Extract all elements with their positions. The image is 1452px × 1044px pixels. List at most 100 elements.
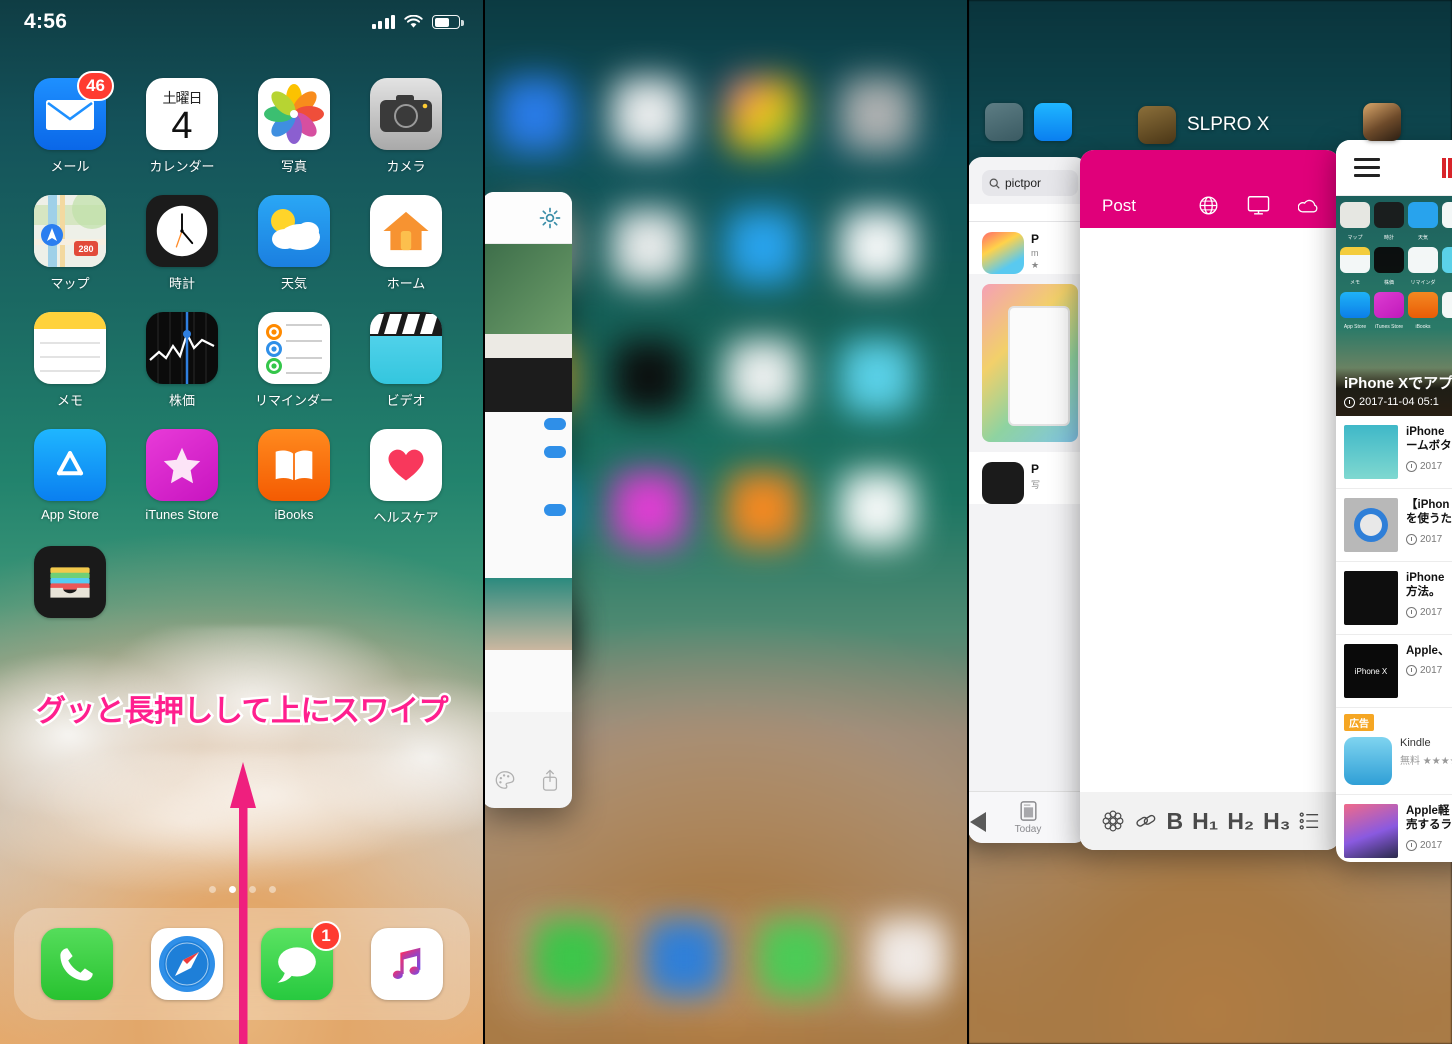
house-glyph — [383, 211, 429, 251]
list-icon[interactable] — [1299, 811, 1319, 831]
app-label: 天気 — [280, 276, 307, 291]
article-list-item[interactable]: 【iPhon を使うた 2017 — [1336, 489, 1452, 562]
phone-icon[interactable] — [41, 928, 113, 1000]
app-app-store[interactable]: App Store — [14, 429, 126, 526]
switcher-app-chip[interactable] — [985, 103, 1083, 141]
app-ibooks[interactable]: iBooks — [238, 429, 350, 526]
page-dot[interactable] — [208, 886, 216, 893]
red-logo-icon — [1442, 157, 1452, 178]
app-videos[interactable]: ビデオ — [350, 312, 462, 409]
gear-icon[interactable] — [538, 206, 562, 230]
app-mail[interactable]: 46 メール — [14, 71, 126, 175]
article-list-item[interactable]: Apple軽 売するラ 2017 — [1336, 795, 1452, 862]
app-row: 280 マップ 時計 天気 ホーム — [14, 195, 470, 312]
app-home[interactable]: ホーム — [350, 195, 462, 292]
app-wallet[interactable] — [14, 546, 126, 618]
app-itunes-store[interactable]: iTunes Store — [126, 429, 238, 526]
article-list-item[interactable]: iPhone 方法。 2017 — [1336, 562, 1452, 635]
article-list-item[interactable]: iPhone ームボタ 2017 — [1336, 416, 1452, 489]
article-date: 2017 — [1406, 606, 1452, 618]
app-notes[interactable]: メモ — [14, 312, 126, 409]
app-row: App Store iTunes Store iBooks ヘルスケア — [14, 429, 470, 546]
switcher-card-app-store[interactable]: pictpor P m ★ P 写 Today — [968, 157, 1088, 843]
app-label: 写真 — [280, 159, 307, 174]
article-title: Apple軽 — [1406, 805, 1450, 817]
app-calendar[interactable]: 土曜日 4 カレンダー — [126, 78, 238, 175]
h2-button[interactable]: H₂ — [1227, 808, 1254, 835]
flower-icon[interactable] — [1101, 809, 1125, 833]
app-health[interactable]: ヘルスケア — [350, 429, 462, 526]
clock-face-glyph — [156, 205, 208, 257]
result-title: P — [1031, 232, 1040, 246]
article-title: Apple、 — [1406, 645, 1450, 657]
ad-row[interactable]: Kindle 無料 ★★★★ — [1336, 732, 1452, 795]
app-reminders[interactable]: リマインダー — [238, 312, 350, 409]
badge-count: 1 — [311, 921, 341, 951]
share-icon[interactable] — [539, 768, 561, 792]
panel-home-screen: 4:56 46 メール 土曜日 4 カレンダー 写真 カメラ 280 マップ 時… — [0, 0, 484, 1044]
ad-title: Kindle — [1400, 737, 1431, 749]
result-subtitle: 写 — [1031, 480, 1041, 490]
kindle-icon — [1344, 737, 1392, 785]
hamburger-menu-icon[interactable] — [1354, 158, 1380, 177]
annotation-text: グッと長押しして上にスワイプ — [33, 692, 451, 732]
card-settings-list — [484, 412, 572, 578]
open-book-glyph — [275, 450, 313, 480]
app-label: カメラ — [386, 159, 426, 174]
music-icon[interactable] — [371, 928, 443, 1000]
search-field[interactable]: pictpor — [982, 170, 1078, 196]
article-list-item[interactable]: iPhone X Apple、 2017 — [1336, 635, 1452, 708]
app-clock[interactable]: 時計 — [126, 195, 238, 292]
maps-glyph: 280 — [34, 195, 106, 267]
switcher-card-slpro-x[interactable]: Post B H₁ H₂ H₃ — [1080, 150, 1340, 850]
envelope-glyph — [46, 100, 94, 130]
app-weather[interactable]: 天気 — [238, 195, 350, 292]
app-store-icon — [1034, 103, 1072, 141]
app-row — [14, 546, 470, 638]
switcher-card-screenshot-editor[interactable] — [484, 192, 572, 808]
slpro-header: Post — [1080, 150, 1340, 228]
app-maps[interactable]: 280 マップ — [14, 195, 126, 292]
safari-icon[interactable] — [151, 928, 223, 1000]
stocks-chart-glyph — [149, 312, 215, 384]
stocks-icon — [146, 312, 218, 384]
cloud-icon[interactable] — [1298, 197, 1318, 215]
article-date: 2017 — [1406, 533, 1452, 545]
hero-article[interactable]: マップ 時計 天気 メモ 株価 リマインダ App Store iTunes Store i… — [1336, 196, 1452, 416]
h3-button[interactable]: H₃ — [1263, 808, 1290, 835]
bold-button[interactable]: B — [1167, 808, 1184, 835]
tab-label: Today — [1014, 824, 1042, 835]
card-thumb — [484, 650, 572, 712]
back-arrow-icon[interactable] — [970, 812, 988, 832]
ibooks-icon — [258, 429, 330, 501]
app-stocks[interactable]: 株価 — [126, 312, 238, 409]
palette-icon[interactable] — [494, 769, 516, 791]
app-label: カレンダー — [149, 159, 215, 174]
link-icon[interactable] — [1134, 810, 1158, 832]
article-title-line2: を使うた — [1406, 513, 1452, 526]
result-screenshot-preview — [982, 284, 1078, 442]
card-header — [484, 192, 572, 244]
slpro-editor-body[interactable]: B H₁ H₂ H₃ — [1080, 228, 1340, 850]
article-date: 2017 — [1406, 460, 1452, 472]
app-label: メモ — [56, 393, 83, 408]
messages-wrap: 1 — [261, 921, 341, 1000]
search-value: pictpor — [1005, 176, 1042, 190]
h1-button[interactable]: H₁ — [1192, 808, 1218, 835]
app-camera[interactable]: カメラ — [350, 78, 462, 175]
switcher-card-blog-reader[interactable]: マップ 時計 天気 メモ 株価 リマインダ App Store iTunes Store i… — [1336, 140, 1452, 862]
switcher-app-chip-photo[interactable] — [1363, 103, 1401, 141]
globe-icon[interactable] — [1198, 195, 1219, 216]
music-note-glyph — [392, 947, 421, 979]
app-photos[interactable]: 写真 — [238, 78, 350, 175]
article-title: 【iPhon — [1406, 499, 1450, 511]
wallet-icon — [34, 546, 106, 618]
search-result-row[interactable]: P m ★ — [968, 222, 1088, 274]
three-panel-tutorial: 4:56 46 メール 土曜日 4 カレンダー 写真 カメラ 280 マップ 時… — [0, 0, 1452, 1044]
clock-icon — [1344, 396, 1355, 408]
page-dot[interactable] — [268, 886, 276, 893]
search-result-row[interactable]: P 写 — [968, 452, 1088, 504]
article-title-line2: ームボタ — [1406, 440, 1452, 453]
monitor-icon[interactable] — [1247, 195, 1270, 216]
switcher-app-chip-slpro[interactable]: SLPRO X — [1138, 106, 1269, 144]
